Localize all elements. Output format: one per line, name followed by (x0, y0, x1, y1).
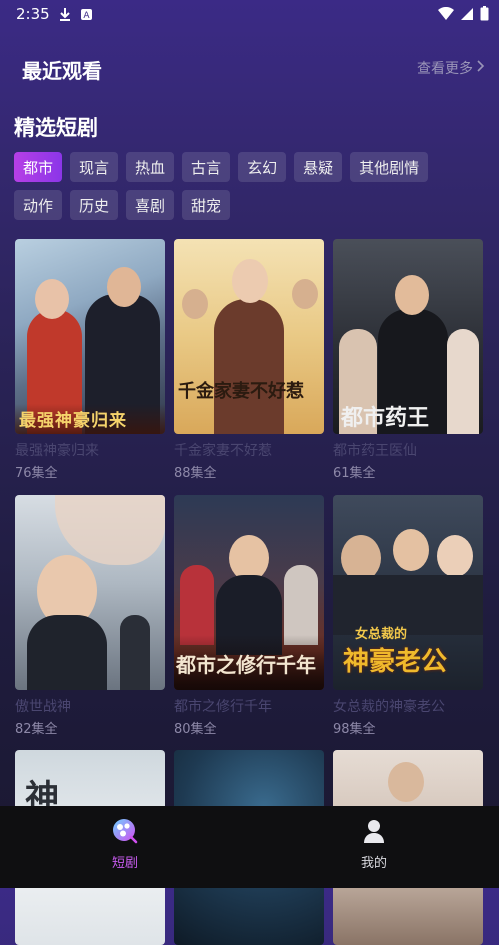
category-chip-sweet[interactable]: 甜宠 (182, 190, 231, 220)
category-chip-urban[interactable]: 都市 (14, 152, 63, 182)
category-chip-action[interactable]: 动作 (14, 190, 63, 220)
see-more-link[interactable]: 查看更多 (417, 58, 485, 78)
featured-dramas-title: 精选短剧 (14, 116, 98, 140)
recent-watch-title: 最近观看 (22, 59, 102, 83)
category-chip-other[interactable]: 其他剧情 (350, 152, 429, 182)
drama-title: 女总裁的神豪老公 (333, 699, 445, 715)
drama-poster: 最强神豪归来 (15, 239, 165, 434)
battery-icon (480, 6, 489, 25)
chevron-right-icon (475, 60, 485, 76)
status-time: 2:35 (16, 5, 50, 23)
category-filter: 都市 现言 热血 古言 玄幻 悬疑 其他剧情 动作 历史 喜剧 甜宠 (14, 152, 494, 228)
drama-poster: 都市药王 (333, 239, 483, 434)
drama-title: 千金家妻不好惹 (174, 443, 272, 459)
svg-text:A: A (83, 11, 90, 21)
drama-poster: 女总裁的 神豪老公 (333, 495, 483, 690)
drama-card[interactable]: 都市之修行千年 都市之修行千年 80集全 (174, 495, 324, 737)
nav-tab-shorts[interactable]: 短剧 (85, 818, 165, 871)
category-chip-action-passion[interactable]: 热血 (126, 152, 175, 182)
drama-episodes: 82集全 (15, 722, 58, 737)
nav-tab-mine-label: 我的 (360, 856, 387, 871)
drama-card[interactable]: 女总裁的 神豪老公 女总裁的神豪老公 98集全 (333, 495, 483, 737)
drama-episodes: 61集全 (333, 466, 376, 481)
nav-tab-shorts-label: 短剧 (111, 856, 138, 871)
category-chip-comedy[interactable]: 喜剧 (126, 190, 175, 220)
drama-card[interactable]: 千金家妻不好惹 千金家妻不好惹 88集全 (174, 239, 324, 481)
drama-episodes: 76集全 (15, 466, 58, 481)
poster-subtitle-text: 女总裁的 (355, 627, 408, 642)
drama-card[interactable]: 最强神豪归来 最强神豪归来 76集全 (15, 239, 165, 481)
user-icon (362, 820, 386, 848)
shorts-icon (112, 819, 138, 848)
drama-episodes: 98集全 (333, 722, 376, 737)
nav-tab-mine[interactable]: 我的 (334, 818, 414, 871)
poster-title-text: 最强神豪归来 (19, 411, 127, 431)
wifi-icon (438, 6, 454, 25)
category-chip-fantasy[interactable]: 玄幻 (238, 152, 287, 182)
signal-icon (460, 6, 474, 25)
drama-card[interactable]: 都市药王 都市药王医仙 61集全 (333, 239, 483, 481)
drama-episodes: 80集全 (174, 722, 217, 737)
drama-poster: 都市之修行千年 (174, 495, 324, 690)
poster-title-text: 都市之修行千年 (176, 653, 316, 677)
app-notification-icon: A (80, 6, 93, 25)
drama-poster: 千金家妻不好惹 (174, 239, 324, 434)
drama-title: 都市药王医仙 (333, 443, 417, 459)
drama-title: 都市之修行千年 (174, 699, 272, 715)
drama-episodes: 88集全 (174, 466, 217, 481)
category-chip-modern-romance[interactable]: 现言 (70, 152, 119, 182)
drama-card[interactable]: 傲世战神 82集全 (15, 495, 165, 737)
bottom-navigation: 短剧 我的 (0, 806, 499, 888)
category-chip-ancient-romance[interactable]: 古言 (182, 152, 231, 182)
drama-title: 最强神豪归来 (15, 443, 99, 459)
see-more-label: 查看更多 (417, 61, 473, 77)
drama-poster (15, 495, 165, 690)
poster-title-text: 千金家妻不好惹 (178, 381, 304, 402)
status-bar: 2:35 A (0, 0, 499, 28)
poster-title-text: 神豪老公 (343, 647, 448, 677)
poster-title-text: 都市药王 (341, 406, 430, 431)
download-icon (58, 6, 72, 25)
category-chip-mystery[interactable]: 悬疑 (294, 152, 343, 182)
drama-title: 傲世战神 (15, 699, 71, 715)
category-chip-history[interactable]: 历史 (70, 190, 119, 220)
